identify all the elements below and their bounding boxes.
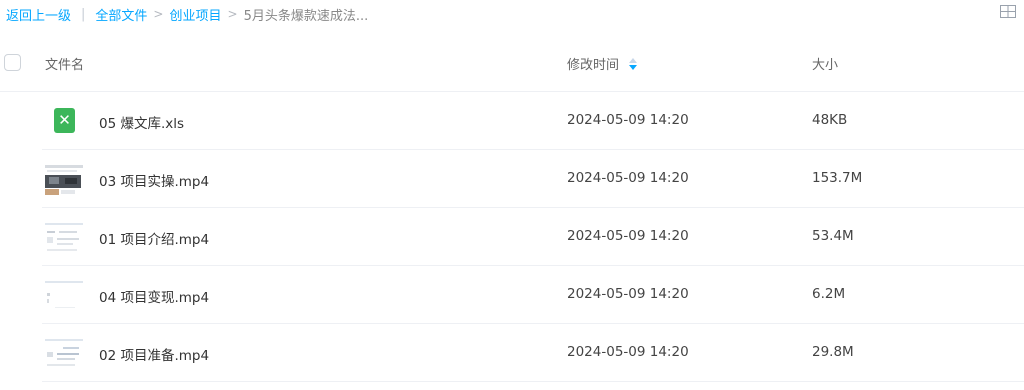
breadcrumb-startup-projects[interactable]: 创业项目 — [169, 5, 221, 24]
file-row[interactable]: ✕ 05 爆文库.xls 2024-05-09 14:20 48KB — [42, 92, 1024, 150]
column-header-size[interactable]: 大小 — [812, 54, 838, 73]
file-row[interactable]: 02 项目准备.mp4 2024-05-09 14:20 29.8M — [42, 324, 1024, 382]
file-modified: 2024-05-09 14:20 — [567, 344, 689, 360]
file-row[interactable]: 03 项目实操.mp4 2024-05-09 14:20 153.7M — [42, 150, 1024, 208]
breadcrumb-divider: | — [81, 6, 86, 22]
file-size: 48KB — [812, 112, 848, 128]
column-header-modified-label: 修改时间 — [567, 58, 620, 73]
back-link[interactable]: 返回上一级 — [6, 5, 71, 24]
file-name[interactable]: 02 项目准备.mp4 — [99, 344, 209, 364]
breadcrumb: 返回上一级 | 全部文件 > 创业项目 > 5月头条爆款速成法... — [0, 0, 1024, 28]
select-all-checkbox[interactable] — [4, 54, 21, 71]
file-name[interactable]: 04 项目变现.mp4 — [99, 286, 209, 306]
file-modified: 2024-05-09 14:20 — [567, 228, 689, 244]
video-thumbnail-icon — [45, 277, 83, 315]
excel-file-icon: ✕ — [45, 103, 81, 139]
file-modified: 2024-05-09 14:20 — [567, 170, 689, 186]
chevron-right-icon: > — [153, 7, 164, 21]
breadcrumb-current-folder: 5月头条爆款速成法... — [243, 8, 369, 24]
file-size: 29.8M — [812, 344, 854, 360]
column-header-modified[interactable]: 修改时间 — [567, 54, 638, 73]
chevron-right-icon: > — [227, 7, 238, 21]
file-name[interactable]: 03 项目实操.mp4 — [99, 170, 209, 190]
video-thumbnail-icon — [45, 161, 83, 199]
file-modified: 2024-05-09 14:20 — [567, 112, 689, 128]
file-name[interactable]: 05 爆文库.xls — [99, 112, 184, 132]
file-size: 153.7M — [812, 170, 863, 186]
table-header: 文件名 修改时间 大小 — [0, 40, 1024, 92]
file-row[interactable]: 01 项目介绍.mp4 2024-05-09 14:20 53.4M — [42, 208, 1024, 266]
file-row[interactable]: 04 项目变现.mp4 2024-05-09 14:20 6.2M — [42, 266, 1024, 324]
breadcrumb-all-files[interactable]: 全部文件 — [95, 5, 147, 24]
column-header-name[interactable]: 文件名 — [45, 54, 84, 73]
file-size: 6.2M — [812, 286, 846, 302]
file-name[interactable]: 01 项目介绍.mp4 — [99, 228, 209, 248]
video-thumbnail-icon — [45, 219, 83, 257]
file-modified: 2024-05-09 14:20 — [567, 286, 689, 302]
sort-arrows-icon[interactable] — [629, 57, 638, 70]
grid-view-icon[interactable] — [1000, 5, 1016, 18]
file-size: 53.4M — [812, 228, 854, 244]
video-thumbnail-icon — [45, 335, 83, 373]
